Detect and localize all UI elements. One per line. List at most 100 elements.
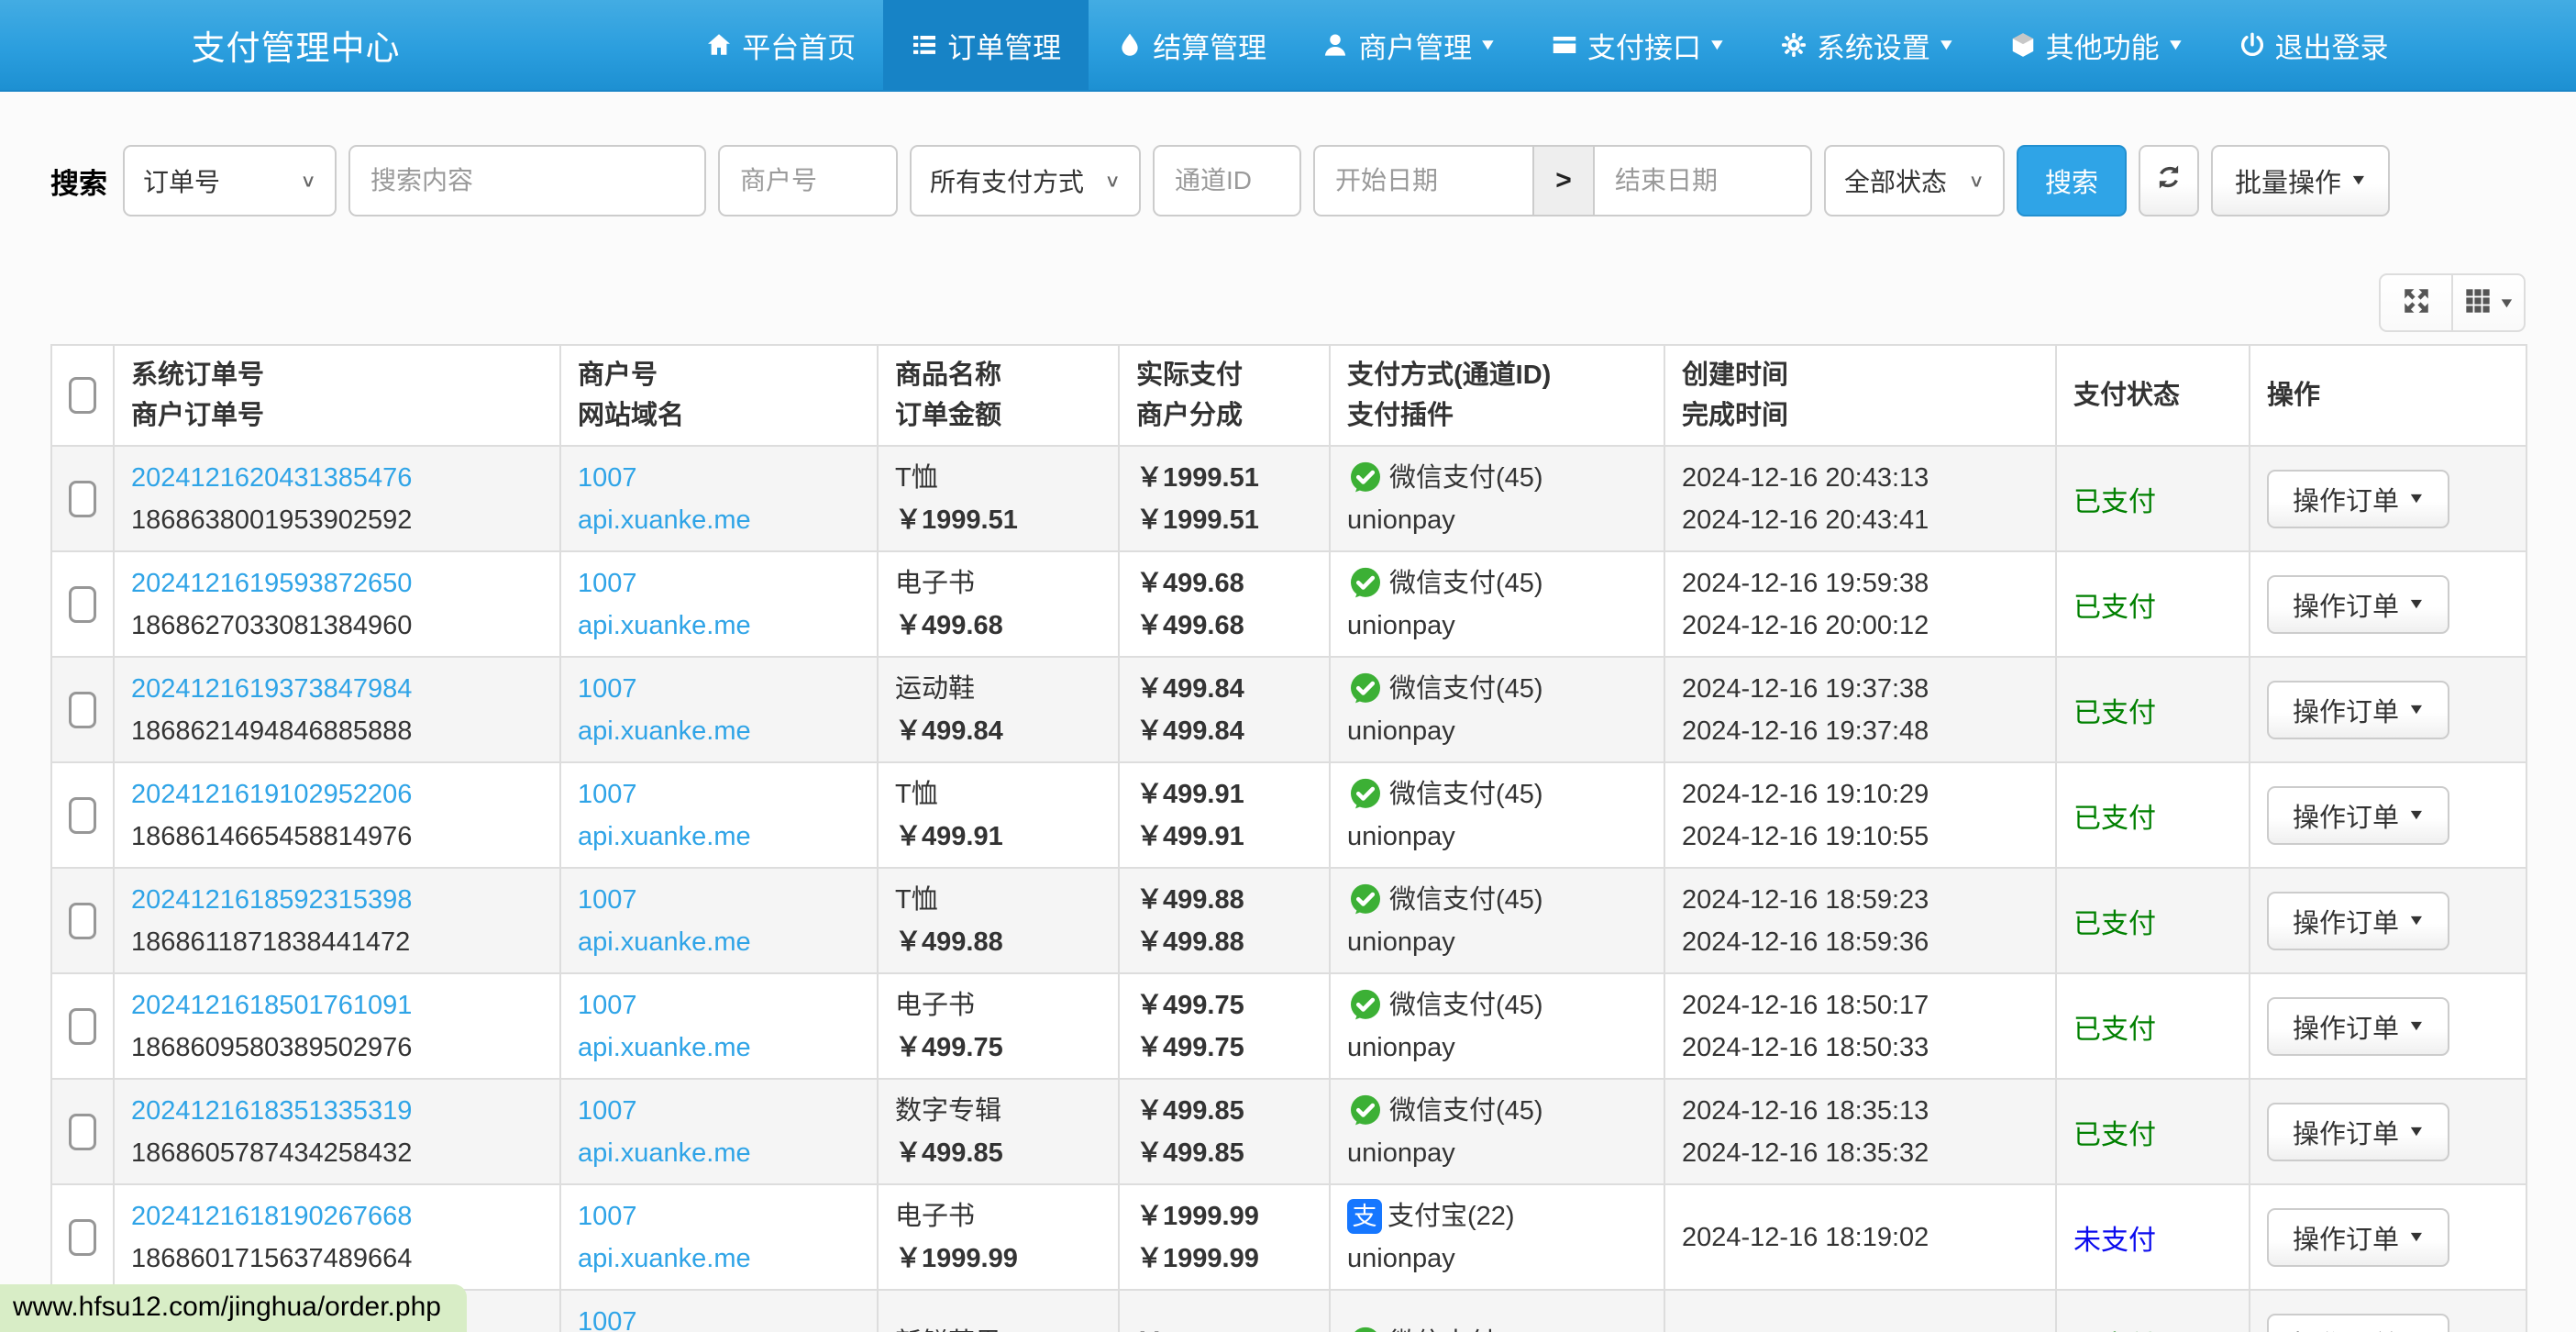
- table-row: 2024121619593872650 1868627033081384960 …: [51, 551, 2526, 657]
- actual-paid: ￥499.84: [1136, 674, 1244, 704]
- merchant-id-link[interactable]: 1007: [578, 984, 637, 1027]
- site-domain-link[interactable]: api.xuanke.me: [578, 1027, 751, 1069]
- merchant-id-link[interactable]: 1007: [578, 879, 637, 921]
- merchant-id-link[interactable]: 1007: [578, 668, 637, 710]
- row-checkbox[interactable]: [69, 692, 96, 728]
- order-actions-button[interactable]: 操作订单▼: [2267, 575, 2449, 634]
- sys-order-link[interactable]: 2024121619373847984: [131, 668, 412, 710]
- order-actions-button[interactable]: 操作订单▼: [2267, 470, 2449, 528]
- merchant-order-number: 1868601715637489664: [131, 1244, 412, 1273]
- site-domain-link[interactable]: api.xuanke.me: [578, 921, 751, 963]
- app-title: 支付管理中心: [192, 20, 401, 70]
- search-label: 搜索: [50, 161, 107, 202]
- merchant-share: ￥499.75: [1136, 1033, 1244, 1062]
- nav-item-tint[interactable]: 结算管理: [1089, 0, 1294, 90]
- col-header-product: 商品名称: [895, 355, 1101, 395]
- order-actions-button[interactable]: 操作订单▼: [2267, 1314, 2449, 1332]
- row-checkbox[interactable]: [69, 1219, 96, 1256]
- row-checkbox[interactable]: [69, 481, 96, 517]
- actual-paid: ￥1999.99: [1136, 1202, 1259, 1231]
- order-actions-button[interactable]: 操作订单▼: [2267, 1103, 2449, 1161]
- row-checkbox[interactable]: [69, 797, 96, 834]
- merchant-share: ￥499.68: [1136, 611, 1244, 640]
- search-content-input[interactable]: [348, 145, 706, 216]
- site-domain-link[interactable]: api.xuanke.me: [578, 605, 751, 647]
- status-select[interactable]: 全部状态 ∨: [1824, 145, 2005, 216]
- order-actions-button[interactable]: 操作订单▼: [2267, 997, 2449, 1056]
- sys-order-link[interactable]: 2024121618190267668: [131, 1195, 412, 1238]
- sys-order-link[interactable]: 2024121619102952206: [131, 773, 412, 816]
- refresh-button[interactable]: [2139, 145, 2199, 216]
- pay-type-select[interactable]: 所有支付方式 ∨: [910, 145, 1141, 216]
- navbar: 支付管理中心 平台首页订单管理结算管理商户管理▼支付接口▼系统设置▼其他功能▼退…: [0, 0, 2576, 92]
- table-toolbar: ▼: [2379, 273, 2526, 332]
- merchant-id-link[interactable]: 1007: [578, 1195, 637, 1238]
- caret-down-icon: ▼: [2407, 702, 2427, 718]
- order-amount: ￥499.85: [895, 1138, 1003, 1168]
- merchant-id-link[interactable]: 1007: [578, 773, 637, 816]
- nav-item-power[interactable]: 退出登录: [2211, 0, 2416, 90]
- caret-down-icon: ▼: [2407, 807, 2427, 824]
- merchant-id-link[interactable]: 1007: [578, 562, 637, 605]
- pay-plugin: unionpay: [1347, 822, 1455, 851]
- start-date-input[interactable]: [1313, 145, 1532, 216]
- nav-item-user[interactable]: 商户管理▼: [1294, 0, 1523, 90]
- chevron-down-icon: ∨: [1968, 170, 1985, 191]
- merchant-id-link[interactable]: 1007: [578, 1301, 637, 1332]
- merchant-share: ￥499.91: [1136, 822, 1244, 851]
- order-actions-button[interactable]: 操作订单▼: [2267, 1208, 2449, 1267]
- sys-order-link[interactable]: 2024121618351335319: [131, 1090, 412, 1132]
- row-checkbox[interactable]: [69, 1008, 96, 1045]
- site-domain-link[interactable]: api.xuanke.me: [578, 1132, 751, 1174]
- bulk-actions-label: 批量操作: [2235, 161, 2341, 200]
- merchant-id-link[interactable]: 1007: [578, 1090, 637, 1132]
- fullscreen-button[interactable]: [2379, 273, 2452, 332]
- site-domain-link[interactable]: api.xuanke.me: [578, 710, 751, 752]
- sys-order-link[interactable]: 2024121618592315398: [131, 879, 412, 921]
- order-amount: ￥499.88: [895, 927, 1003, 957]
- order-actions-button[interactable]: 操作订单▼: [2267, 892, 2449, 950]
- nav-item-home[interactable]: 平台首页: [678, 0, 883, 90]
- created-time: 2024-12-16 19:10:29: [1682, 780, 1929, 809]
- site-domain-link[interactable]: api.xuanke.me: [578, 816, 751, 858]
- row-checkbox[interactable]: [69, 586, 96, 623]
- nav-item-list[interactable]: 订单管理: [883, 0, 1089, 90]
- actual-paid: ￥1999.71: [1136, 1328, 1259, 1332]
- order-amount: ￥499.84: [895, 716, 1003, 746]
- status-bar-link-preview: www.hfsu12.com/jinghua/order.php: [0, 1284, 467, 1332]
- caret-down-icon: ▼: [2407, 1124, 2427, 1140]
- search-type-select[interactable]: 订单号 ∨: [123, 145, 337, 216]
- columns-toggle-button[interactable]: ▼: [2452, 273, 2526, 332]
- site-domain-link[interactable]: api.xuanke.me: [578, 1238, 751, 1280]
- bulk-actions-button[interactable]: 批量操作 ▼: [2211, 145, 2390, 216]
- table-row: 2024121618190267668 1868601715637489664 …: [51, 1184, 2526, 1290]
- caret-down-icon: ▼: [2407, 913, 2427, 929]
- order-actions-button[interactable]: 操作订单▼: [2267, 681, 2449, 739]
- status-badge: 已支付: [2073, 698, 2156, 728]
- caret-down-icon: ▼: [2349, 172, 2369, 189]
- select-all-checkbox[interactable]: [69, 377, 96, 414]
- grid-icon: [2463, 286, 2493, 320]
- site-domain-link[interactable]: api.xuanke.me: [578, 499, 751, 541]
- pay-plugin: unionpay: [1347, 1033, 1455, 1062]
- sys-order-link[interactable]: 2024121618501761091: [131, 984, 412, 1027]
- sys-order-link[interactable]: 2024121619593872650: [131, 562, 412, 605]
- row-checkbox[interactable]: [69, 1114, 96, 1150]
- wechat-pay-icon: [1347, 987, 1384, 1024]
- date-range-arrow-icon: >: [1532, 145, 1593, 216]
- end-date-input[interactable]: [1593, 145, 1812, 216]
- row-checkbox[interactable]: [69, 903, 96, 939]
- nav-item-box[interactable]: 其他功能▼: [1982, 0, 2211, 90]
- nav-item-credit-card[interactable]: 支付接口▼: [1523, 0, 1752, 90]
- pay-method: 微信支付(45): [1389, 879, 1543, 921]
- merchant-id-link[interactable]: 1007: [578, 457, 637, 499]
- channel-id-input[interactable]: [1153, 145, 1301, 216]
- caret-down-icon: ▼: [2407, 1018, 2427, 1035]
- search-button[interactable]: 搜索: [2017, 145, 2127, 216]
- order-actions-button[interactable]: 操作订单▼: [2267, 786, 2449, 845]
- nav-item-gear[interactable]: 系统设置▼: [1752, 0, 1982, 90]
- created-time: 2024-12-16 18:59:23: [1682, 885, 1929, 915]
- merchant-id-input[interactable]: [718, 145, 898, 216]
- sys-order-link[interactable]: 2024121620431385476: [131, 457, 412, 499]
- alipay-icon: 支: [1347, 1199, 1382, 1234]
